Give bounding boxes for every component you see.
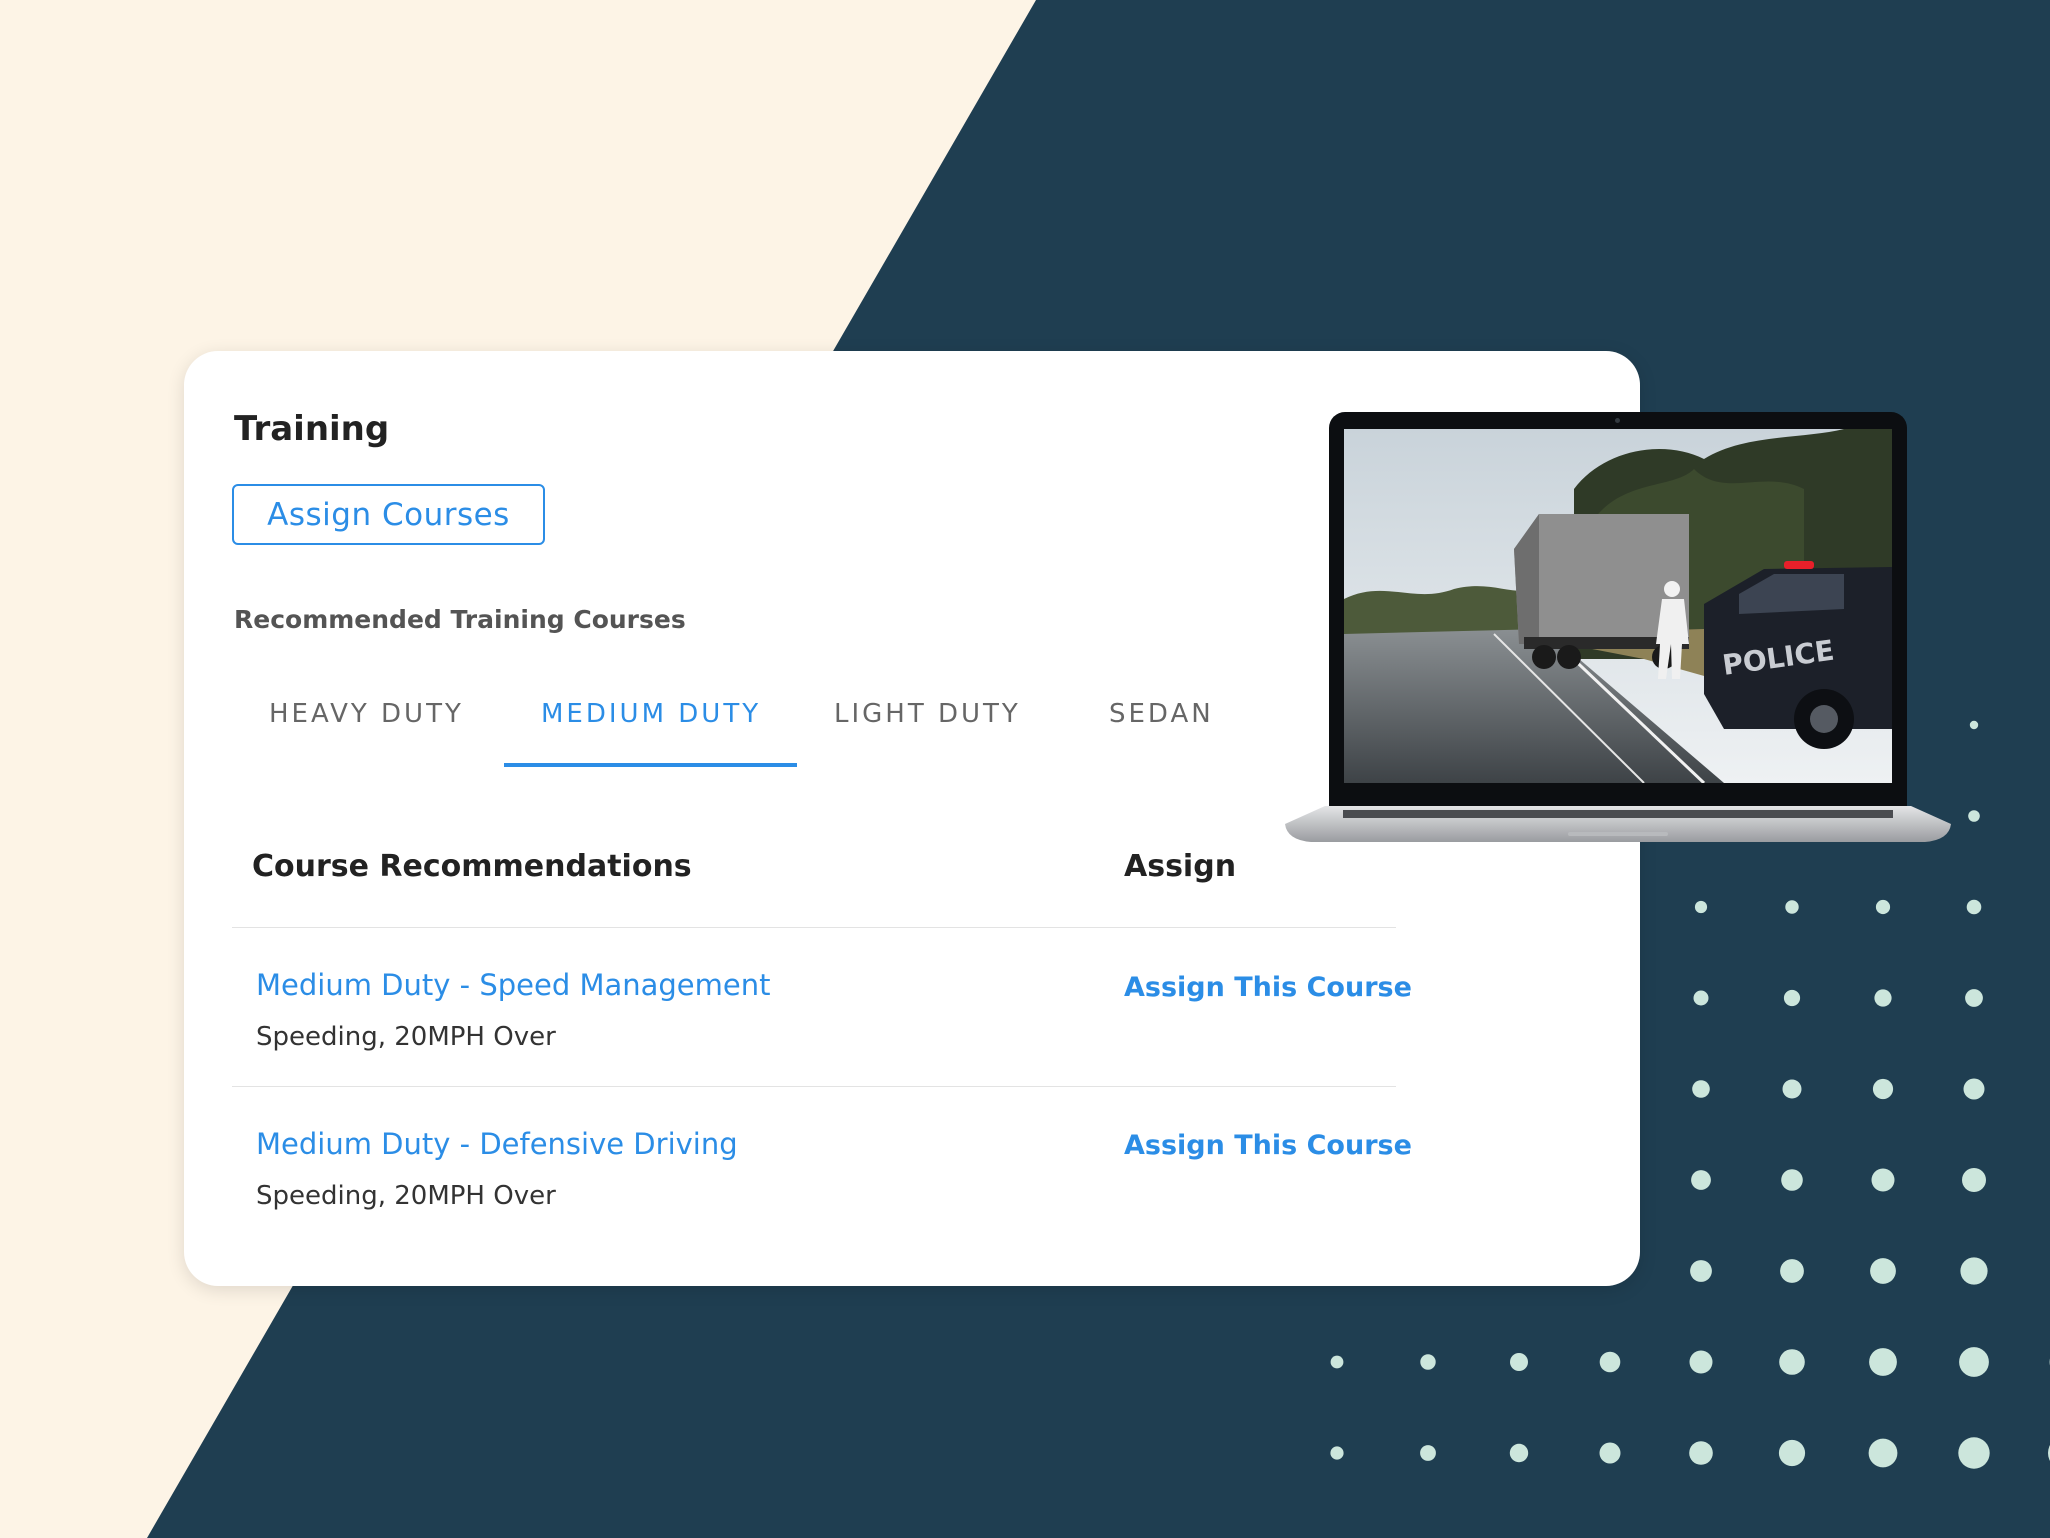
- course-subtitle: Speeding, 20MPH Over: [256, 1181, 556, 1211]
- column-header-assign: Assign: [1124, 849, 1237, 884]
- driving-simulation-image: POLICE: [1344, 429, 1892, 783]
- course-link-speed-management[interactable]: Medium Duty - Speed Management: [256, 968, 770, 1002]
- pattern-dot: [1510, 1353, 1528, 1371]
- pattern-dot: [1872, 1078, 1894, 1100]
- laptop-mockup: POLICE: [1285, 412, 1951, 852]
- pattern-dot: [1963, 1078, 1985, 1100]
- course-link-defensive-driving[interactable]: Medium Duty - Defensive Driving: [256, 1127, 738, 1161]
- pattern-dot: [1783, 989, 1801, 1007]
- pattern-dot: [1689, 1441, 1713, 1465]
- pattern-dot: [1968, 810, 1980, 822]
- pattern-dot: [1689, 1350, 1713, 1374]
- pattern-dot: [1960, 1257, 1988, 1285]
- pattern-dot: [1690, 1260, 1712, 1282]
- pattern-dot: [1874, 989, 1892, 1007]
- tab-heavy-duty[interactable]: HEAVY DUTY: [269, 699, 464, 747]
- header-divider: [232, 927, 1396, 928]
- pattern-dot: [1778, 1439, 1806, 1467]
- pattern-dot: [1869, 1348, 1897, 1376]
- column-header-course: Course Recommendations: [252, 849, 692, 884]
- pattern-dot: [1781, 1169, 1803, 1191]
- tab-medium-duty[interactable]: MEDIUM DUTY: [541, 699, 761, 747]
- pattern-dot: [1599, 1442, 1621, 1464]
- pattern-dot: [1692, 1080, 1710, 1098]
- pattern-dot: [1962, 1168, 1986, 1192]
- pattern-dot: [1330, 1446, 1344, 1460]
- pattern-dot: [1969, 720, 1979, 730]
- tab-light-duty[interactable]: LIGHT DUTY: [834, 699, 1021, 747]
- pattern-dot: [1691, 1170, 1711, 1190]
- pattern-dot: [1966, 899, 1982, 915]
- pattern-dot: [1694, 900, 1708, 914]
- pattern-dot: [1779, 1349, 1805, 1375]
- pattern-dot: [1785, 900, 1799, 914]
- pattern-dot: [1693, 990, 1709, 1006]
- active-tab-indicator: [504, 763, 797, 767]
- assign-courses-button[interactable]: Assign Courses: [232, 484, 545, 545]
- pattern-dot: [1780, 1259, 1804, 1283]
- laptop-keyboard-base: [1285, 806, 1951, 842]
- assign-this-course-button[interactable]: Assign This Course: [1124, 1130, 1412, 1161]
- camera-icon: [1615, 418, 1620, 423]
- course-subtitle: Speeding, 20MPH Over: [256, 1022, 556, 1052]
- pattern-dot: [1509, 1443, 1529, 1463]
- pattern-dot: [1330, 1355, 1344, 1369]
- pattern-dot: [1965, 989, 1983, 1007]
- pattern-dot: [1959, 1347, 1989, 1377]
- pattern-dot: [1875, 899, 1891, 915]
- laptop-screen: POLICE: [1329, 412, 1907, 810]
- pattern-dot: [1871, 1168, 1895, 1192]
- assign-this-course-button[interactable]: Assign This Course: [1124, 972, 1412, 1003]
- pattern-dot: [1868, 1438, 1898, 1468]
- pattern-dot: [1420, 1354, 1436, 1370]
- page-title: Training: [234, 409, 390, 449]
- row-divider: [232, 1086, 1396, 1087]
- pattern-dot: [1782, 1079, 1802, 1099]
- tab-sedan[interactable]: SEDAN: [1109, 699, 1214, 747]
- pattern-dot: [1958, 1437, 1990, 1469]
- recommended-courses-label: Recommended Training Courses: [234, 605, 686, 634]
- pattern-dot: [1420, 1445, 1436, 1461]
- pattern-dot: [1870, 1258, 1896, 1284]
- pattern-dot: [1599, 1351, 1621, 1373]
